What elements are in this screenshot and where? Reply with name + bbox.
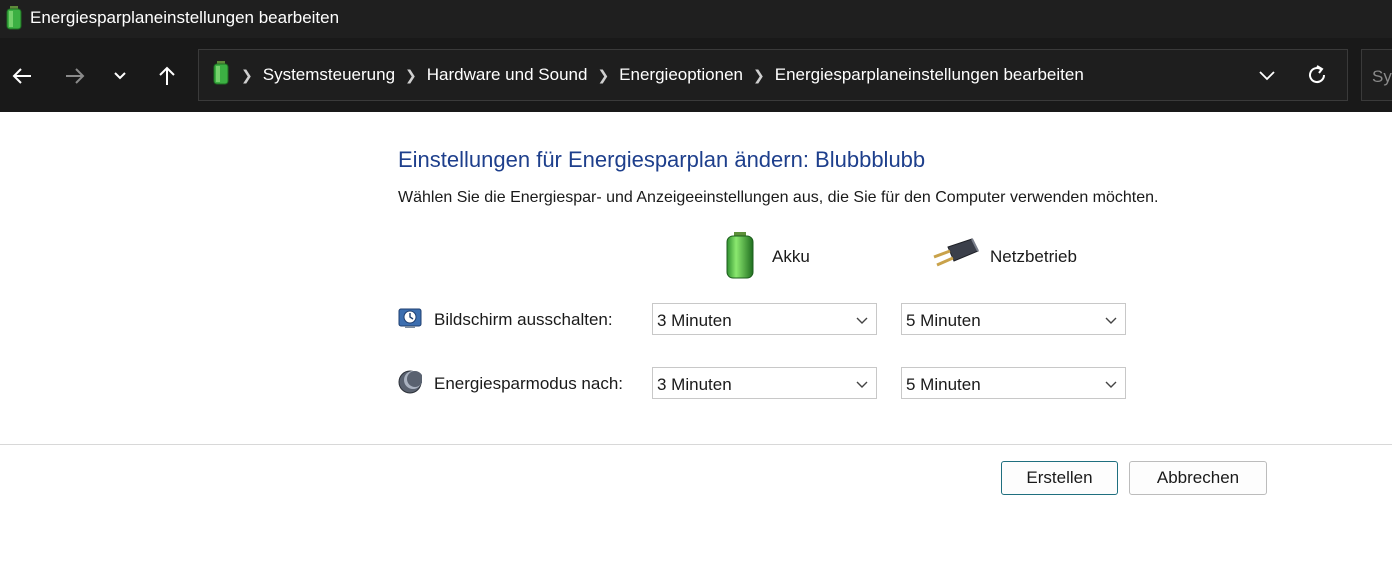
chevron-right-icon[interactable]: ❯ [597, 67, 609, 84]
sleep-plugged-select[interactable]: 5 Minuten [901, 367, 1126, 399]
search-input[interactable]: Sys [1361, 49, 1392, 101]
select-value: 5 Minuten [906, 311, 981, 330]
setting-label-display: Bildschirm ausschalten: [434, 310, 613, 329]
arrow-right-icon [66, 68, 85, 84]
up-button[interactable] [153, 62, 181, 90]
chevron-down-icon [1259, 71, 1275, 81]
column-label-battery: Akku [772, 247, 810, 266]
power-options-icon [4, 5, 24, 36]
chevron-right-icon[interactable]: ❯ [241, 67, 253, 84]
arrow-left-icon [12, 68, 31, 84]
cancel-button[interactable]: Abbrechen [1129, 461, 1267, 495]
display-off-battery-select[interactable]: 3 Minuten [652, 303, 877, 335]
setting-label-sleep: Energiesparmodus nach: [434, 374, 624, 393]
create-button[interactable]: Erstellen [1001, 461, 1118, 495]
refresh-button[interactable] [1305, 63, 1329, 92]
back-button[interactable] [8, 62, 36, 90]
breadcrumb-item-energieoptionen[interactable]: Energieoptionen [619, 65, 743, 85]
title-bar: Energiesparplaneinstellungen bearbeiten [0, 0, 1392, 38]
chevron-down-icon [1105, 381, 1117, 388]
column-header-battery: Akku [722, 230, 810, 285]
select-value: 3 Minuten [657, 311, 732, 330]
breadcrumb-item-hardware-und-sound[interactable]: Hardware und Sound [427, 65, 588, 85]
battery-icon [722, 230, 758, 285]
breadcrumb-item-systemsteuerung[interactable]: Systemsteuerung [263, 65, 395, 85]
setting-row-display: Bildschirm ausschalten: [398, 304, 613, 336]
arrow-up-icon [159, 66, 175, 85]
monitor-clock-icon [398, 306, 422, 335]
chevron-down-icon [114, 72, 126, 80]
chevron-down-icon [856, 381, 868, 388]
page-title: Einstellungen für Energiesparplan ändern… [398, 147, 926, 172]
chevron-down-icon [856, 317, 868, 324]
address-bar[interactable]: ❯ Systemsteuerung ❯ Hardware und Sound ❯… [198, 49, 1348, 101]
window-title: Energiesparplaneinstellungen bearbeiten [30, 8, 340, 27]
chevron-right-icon[interactable]: ❯ [753, 67, 765, 84]
chevron-down-icon [1105, 317, 1117, 324]
display-off-plugged-select[interactable]: 5 Minuten [901, 303, 1126, 335]
setting-row-sleep: Energiesparmodus nach: [398, 368, 623, 400]
page-subtitle: Wählen Sie die Energiespar- und Anzeigee… [398, 189, 1159, 206]
refresh-icon [1309, 65, 1326, 84]
navigation-bar: ❯ Systemsteuerung ❯ Hardware und Sound ❯… [0, 38, 1392, 112]
column-header-plugged: Netzbetrieb [930, 232, 1077, 282]
sleep-battery-select[interactable]: 3 Minuten [652, 367, 877, 399]
divider [0, 444, 1392, 445]
power-plug-icon [930, 235, 980, 280]
address-dropdown-button[interactable] [1257, 65, 1277, 90]
breadcrumb-item-current[interactable]: Energiesparplaneinstellungen bearbeiten [775, 65, 1084, 85]
power-options-icon [211, 60, 231, 91]
column-label-plugged: Netzbetrieb [990, 247, 1077, 266]
moon-icon [398, 370, 423, 399]
select-value: 3 Minuten [657, 375, 732, 394]
select-value: 5 Minuten [906, 375, 981, 394]
forward-button[interactable] [61, 62, 89, 90]
breadcrumb: ❯ Systemsteuerung ❯ Hardware und Sound ❯… [211, 50, 1084, 100]
history-button[interactable] [106, 62, 134, 90]
chevron-right-icon[interactable]: ❯ [405, 67, 417, 84]
